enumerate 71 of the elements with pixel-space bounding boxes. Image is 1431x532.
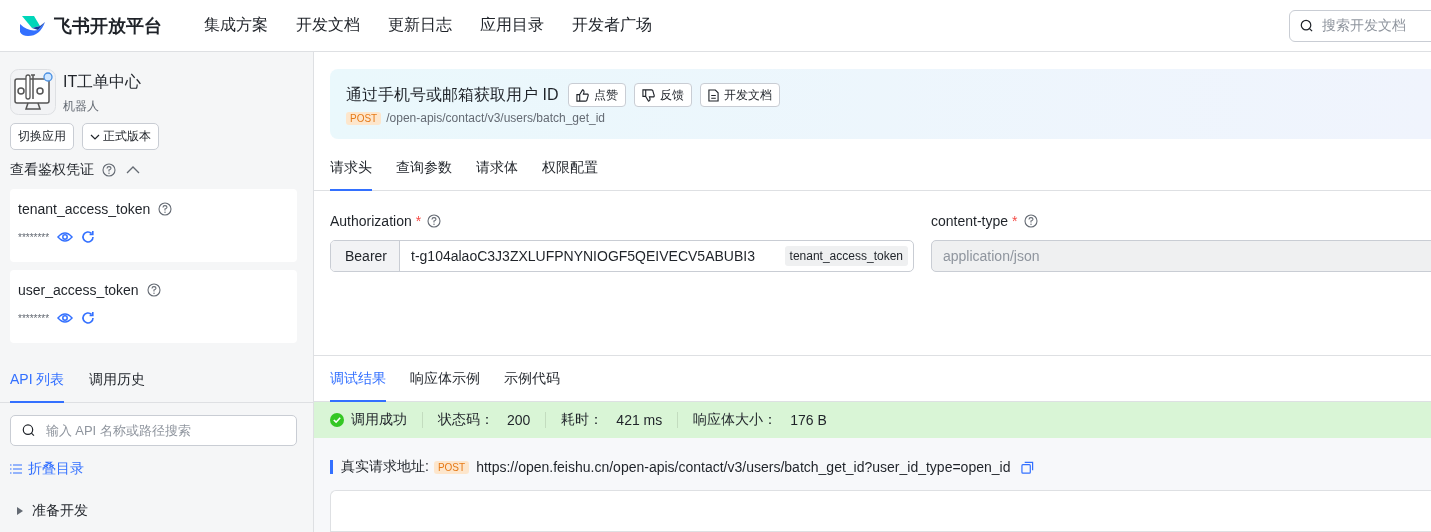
tree-item[interactable]: 准备开发 xyxy=(10,502,297,520)
status-label: 耗时： xyxy=(561,411,604,430)
masked-token: ******** xyxy=(18,231,50,243)
token-name: user_access_token xyxy=(18,282,139,298)
nav-link[interactable]: 应用目录 xyxy=(480,15,544,36)
chevron-down-icon xyxy=(90,133,100,140)
like-button[interactable]: 点赞 xyxy=(568,83,627,107)
result-tab[interactable]: 响应体示例 xyxy=(410,363,480,403)
copy-icon[interactable] xyxy=(1021,460,1035,474)
list-icon xyxy=(10,463,22,475)
thumbs-up-icon xyxy=(576,88,590,102)
refresh-icon[interactable] xyxy=(81,230,96,244)
nav-link[interactable]: 开发文档 xyxy=(296,15,360,36)
status-label: 状态码： xyxy=(438,411,494,430)
status-label: 响应体大小： xyxy=(693,411,778,430)
chevron-up-icon[interactable] xyxy=(126,166,140,174)
thumbs-down-icon xyxy=(642,88,656,102)
logo-icon xyxy=(18,13,46,38)
version-dropdown[interactable]: 正式版本 xyxy=(82,123,159,150)
refresh-icon[interactable] xyxy=(81,311,96,325)
field-label: Authorization xyxy=(330,213,412,230)
status-value: 200 xyxy=(507,412,531,429)
status-value: 421 ms xyxy=(616,412,663,429)
required-mark: * xyxy=(415,213,422,230)
token-tag: tenant_access_token xyxy=(784,246,908,267)
help-icon[interactable] xyxy=(158,202,173,216)
collapse-catalog-link[interactable]: 折叠目录 xyxy=(10,460,84,478)
method-tag: POST xyxy=(433,460,470,474)
request-tab[interactable]: 请求体 xyxy=(476,152,518,192)
brand-name[interactable]: 飞书开放平台 xyxy=(54,13,162,38)
app-icon xyxy=(10,69,56,115)
sidebar-tab[interactable]: API 列表 xyxy=(10,371,65,403)
nav-link[interactable]: 更新日志 xyxy=(388,15,452,36)
status-value: 176 B xyxy=(790,412,827,429)
help-icon[interactable] xyxy=(427,214,442,229)
help-icon[interactable] xyxy=(102,163,116,177)
api-path: /open-apis/contact/v3/users/batch_get_id xyxy=(386,111,606,125)
request-url: https://open.feishu.cn/open-apis/contact/v3/users/batch_get_id?user_id_type=open_id xyxy=(476,459,1011,475)
field-label: content-type xyxy=(931,213,1009,230)
doc-button[interactable]: 开发文档 xyxy=(700,83,781,107)
header-value-field[interactable]: Bearer t-g104alaoC3J3ZXLUFPNYNIOGF5QEIVECV5ABUBI3 tenant_access_token xyxy=(330,240,914,273)
eye-icon[interactable] xyxy=(57,312,74,324)
eye-icon[interactable] xyxy=(57,231,74,243)
search-icon xyxy=(1300,17,1314,34)
request-tab[interactable]: 请求头 xyxy=(330,152,372,192)
nav-link[interactable]: 集成方案 xyxy=(204,15,268,36)
token-name: tenant_access_token xyxy=(18,201,151,217)
app-name: IT工单中心 xyxy=(63,72,142,92)
credentials-title: 查看鉴权凭证 xyxy=(10,161,94,179)
field-placeholder: application/json xyxy=(942,248,1041,265)
help-icon[interactable] xyxy=(146,283,161,297)
result-tab[interactable]: 示例代码 xyxy=(504,363,560,403)
document-icon xyxy=(708,88,720,102)
request-tab[interactable]: 查询参数 xyxy=(396,152,452,192)
nav-link[interactable]: 开发者广场 xyxy=(572,15,652,36)
check-circle-icon xyxy=(330,413,344,428)
help-icon[interactable] xyxy=(1023,214,1038,229)
api-title: 通过手机号或邮箱获取用户 ID xyxy=(346,84,559,105)
switch-app-button[interactable]: 切换应用 xyxy=(10,123,74,150)
search-icon xyxy=(22,423,36,438)
required-mark: * xyxy=(1012,213,1018,230)
method-tag: POST xyxy=(346,111,382,125)
masked-token: ******** xyxy=(18,312,50,324)
field-value: t-g104alaoC3J3ZXLUFPNYNIOGF5QEIVECV5ABUBI3 xyxy=(410,248,756,265)
status-text: 调用成功 xyxy=(351,411,407,430)
request-tab[interactable]: 权限配置 xyxy=(542,152,598,192)
field-prefix: Bearer xyxy=(331,241,401,272)
request-url-label: 真实请求地址: xyxy=(341,458,429,476)
dislike-button[interactable]: 反馈 xyxy=(634,83,693,107)
app-type: 机器人 xyxy=(63,98,100,115)
sidebar-tab[interactable]: 调用历史 xyxy=(89,371,146,403)
